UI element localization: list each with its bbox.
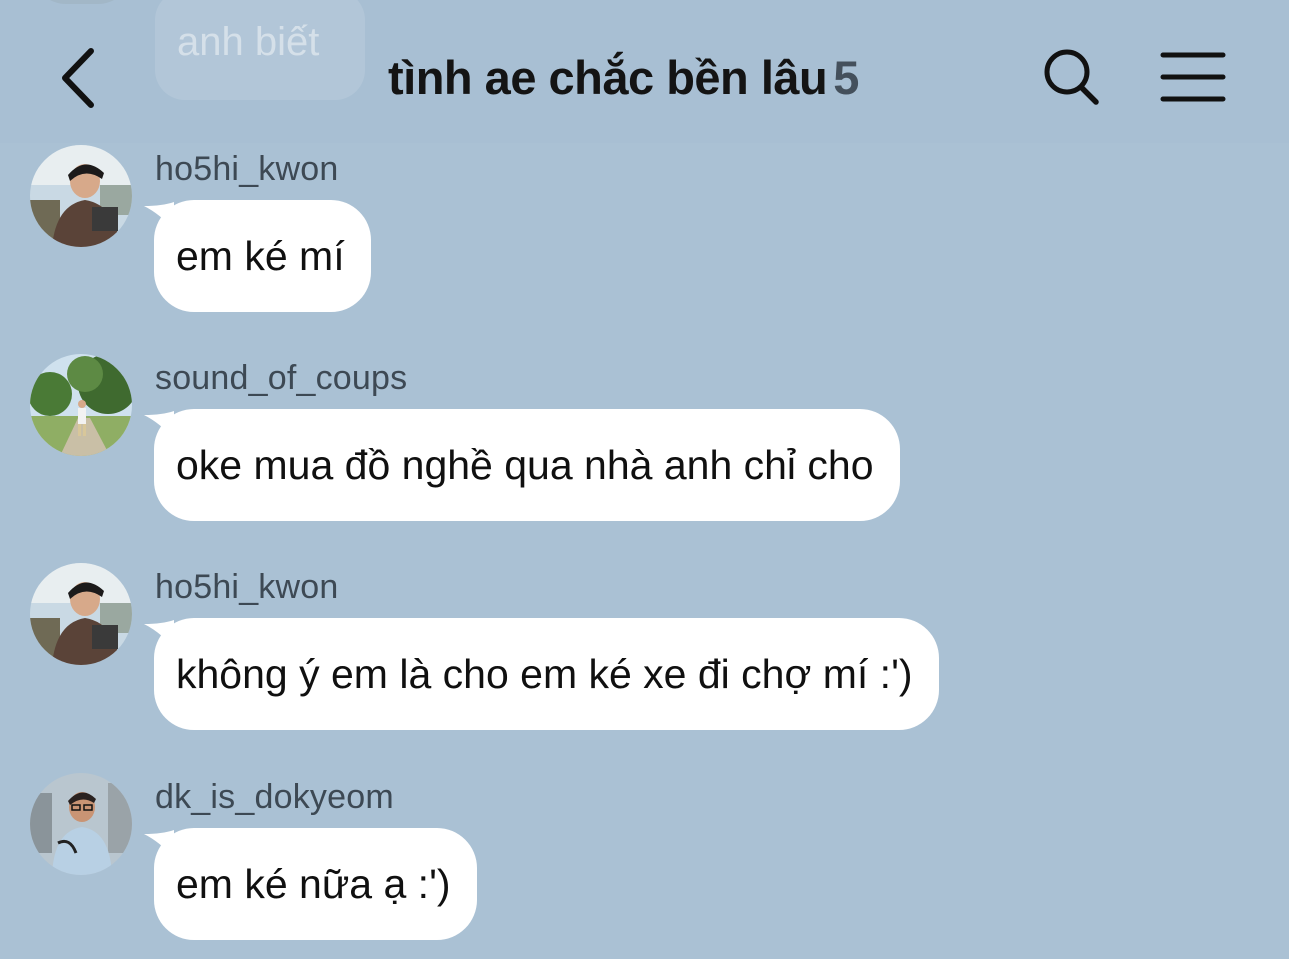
- back-button[interactable]: [55, 45, 105, 111]
- message-bubble[interactable]: em ké nữa ạ :'): [154, 828, 477, 940]
- group-name: tình ae chắc bền lâu: [388, 51, 828, 104]
- chevron-left-icon: [62, 48, 94, 108]
- hamburger-menu-icon: [1160, 52, 1226, 102]
- avatar[interactable]: [30, 145, 132, 247]
- avatar[interactable]: [30, 563, 132, 665]
- username: ho5hi_kwon: [155, 150, 339, 188]
- message-text: không ý em là cho em ké xe đi chợ mí :'): [176, 650, 913, 697]
- message-bubble[interactable]: em ké mí: [154, 200, 371, 312]
- menu-button[interactable]: [1160, 50, 1226, 104]
- avatar-photo-person-at-table: [30, 145, 132, 247]
- chat-title: tình ae chắc bền lâu 5: [388, 50, 859, 105]
- avatar-photo-person-at-table: [30, 563, 132, 665]
- message-text: oke mua đồ nghề qua nhà anh chỉ cho: [176, 441, 874, 488]
- avatar-photo-person-in-park: [30, 354, 132, 456]
- search-icon: [1044, 49, 1099, 105]
- username: ho5hi_kwon: [155, 568, 339, 606]
- username: dk_is_dokyeom: [155, 778, 394, 816]
- message-bubble[interactable]: oke mua đồ nghề qua nhà anh chỉ cho: [154, 409, 900, 521]
- member-count: 5: [833, 51, 859, 104]
- avatar-photo-person-with-glasses: [30, 773, 132, 875]
- avatar[interactable]: [30, 773, 132, 875]
- search-button[interactable]: [1040, 47, 1104, 107]
- previous-message-text: anh biết: [177, 20, 320, 64]
- avatar[interactable]: [30, 354, 132, 456]
- message-text: em ké nữa ạ :'): [176, 860, 451, 907]
- message-bubble[interactable]: không ý em là cho em ké xe đi chợ mí :'): [154, 618, 939, 730]
- message-text: em ké mí: [176, 232, 345, 279]
- username: sound_of_coups: [155, 359, 408, 397]
- previous-message-bubble: anh biết: [155, 0, 365, 100]
